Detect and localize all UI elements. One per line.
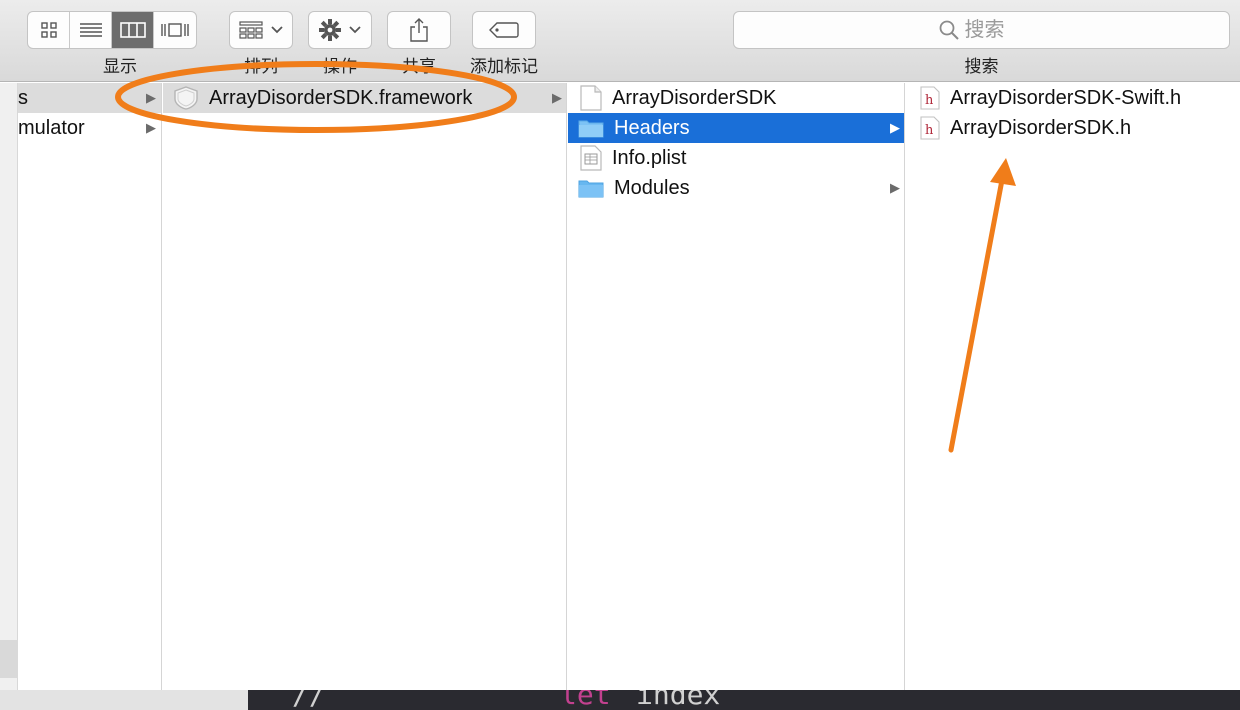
svg-text:h: h: [925, 123, 934, 138]
code-comment: //: [292, 690, 326, 710]
header-file-icon: h: [920, 116, 940, 140]
action-label: 操作: [323, 57, 357, 76]
disclosure-arrow-icon: ▶: [146, 120, 156, 135]
column-3: ArrayDisorderSDK Headers ▶ Info.plist Mo…: [568, 83, 905, 690]
file-name: ArrayDisorderSDK: [612, 86, 777, 109]
add-tag-label: 添加标记: [470, 57, 538, 76]
chevron-down-icon: [271, 26, 283, 34]
column-2: ArrayDisorderSDK.framework ▶: [163, 83, 567, 690]
add-tag-button[interactable]: [472, 11, 536, 49]
file-name: ArrayDisorderSDK-Swift.h: [950, 86, 1182, 109]
code-identifier: index: [636, 690, 721, 710]
search-input[interactable]: [964, 18, 1025, 42]
chevron-down-icon: [349, 26, 361, 34]
action-button[interactable]: [308, 11, 372, 49]
disclosure-arrow-icon: ▶: [890, 180, 900, 195]
grid-icon: [40, 22, 57, 38]
cover-flow-icon: [161, 23, 189, 37]
header-file-item[interactable]: h ArrayDisorderSDK.h: [906, 113, 1240, 143]
folder-icon: [578, 180, 604, 198]
file-item[interactable]: ArrayDisorderSDK: [568, 83, 904, 113]
column-4: h ArrayDisorderSDK-Swift.h h ArrayDisord…: [906, 83, 1240, 690]
file-name: Info.plist: [612, 146, 687, 169]
search-label: 搜索: [964, 57, 999, 76]
view-mode-control: [27, 11, 197, 49]
view-label: 显示: [103, 57, 137, 76]
arrange-icon: [239, 21, 263, 39]
share-button[interactable]: [387, 11, 451, 49]
item-label: mulator: [18, 116, 85, 139]
background-code-editor: // let index: [0, 690, 1240, 710]
disclosure-arrow-icon: ▶: [552, 90, 562, 105]
sidebar-edge: [0, 83, 18, 690]
disclosure-arrow-icon: ▶: [146, 90, 156, 105]
search-icon: [939, 20, 959, 40]
sidebar-edge-selection: [0, 640, 18, 678]
gallery-view-button[interactable]: [154, 12, 196, 48]
item-label: s: [18, 86, 28, 109]
file-name: ArrayDisorderSDK.h: [950, 116, 1132, 139]
list-view-button[interactable]: [70, 12, 113, 48]
column-1-item-1[interactable]: mulator ▶: [0, 113, 161, 143]
code-keyword: let: [560, 690, 611, 710]
folder-icon: [578, 120, 604, 138]
column-1: s ▶ mulator ▶: [0, 83, 162, 690]
columns-icon: [119, 22, 146, 38]
svg-text:h: h: [925, 93, 934, 108]
folder-name: Modules: [614, 176, 690, 199]
icon-view-button[interactable]: [28, 12, 71, 48]
framework-name: ArrayDisorderSDK.framework: [209, 86, 473, 109]
editor-gutter: [0, 690, 248, 710]
column-view-button[interactable]: [112, 12, 155, 48]
toolbar: 显示 排列 操作 共享 添加标记 搜索 搜索: [0, 0, 1240, 82]
framework-item[interactable]: ArrayDisorderSDK.framework ▶: [163, 83, 566, 113]
header-file-item[interactable]: h ArrayDisorderSDK-Swift.h: [906, 83, 1240, 113]
share-label: 共享: [402, 57, 436, 76]
gear-icon: [319, 19, 341, 41]
folder-item-modules[interactable]: Modules ▶: [568, 173, 904, 203]
disclosure-arrow-icon: ▶: [890, 120, 900, 135]
sort-label: 排列: [244, 57, 278, 76]
document-icon: [580, 85, 602, 111]
plist-icon: [580, 145, 602, 171]
folder-name: Headers: [614, 116, 690, 139]
framework-icon: [174, 86, 198, 110]
sort-button[interactable]: [229, 11, 293, 49]
share-icon: [410, 18, 428, 42]
header-file-icon: h: [920, 86, 940, 110]
column-1-item-0[interactable]: s ▶: [0, 83, 161, 113]
list-icon: [79, 23, 102, 37]
file-item[interactable]: Info.plist: [568, 143, 904, 173]
folder-item-headers[interactable]: Headers ▶: [568, 113, 904, 143]
search-field[interactable]: [733, 11, 1230, 49]
tag-icon: [489, 22, 519, 38]
